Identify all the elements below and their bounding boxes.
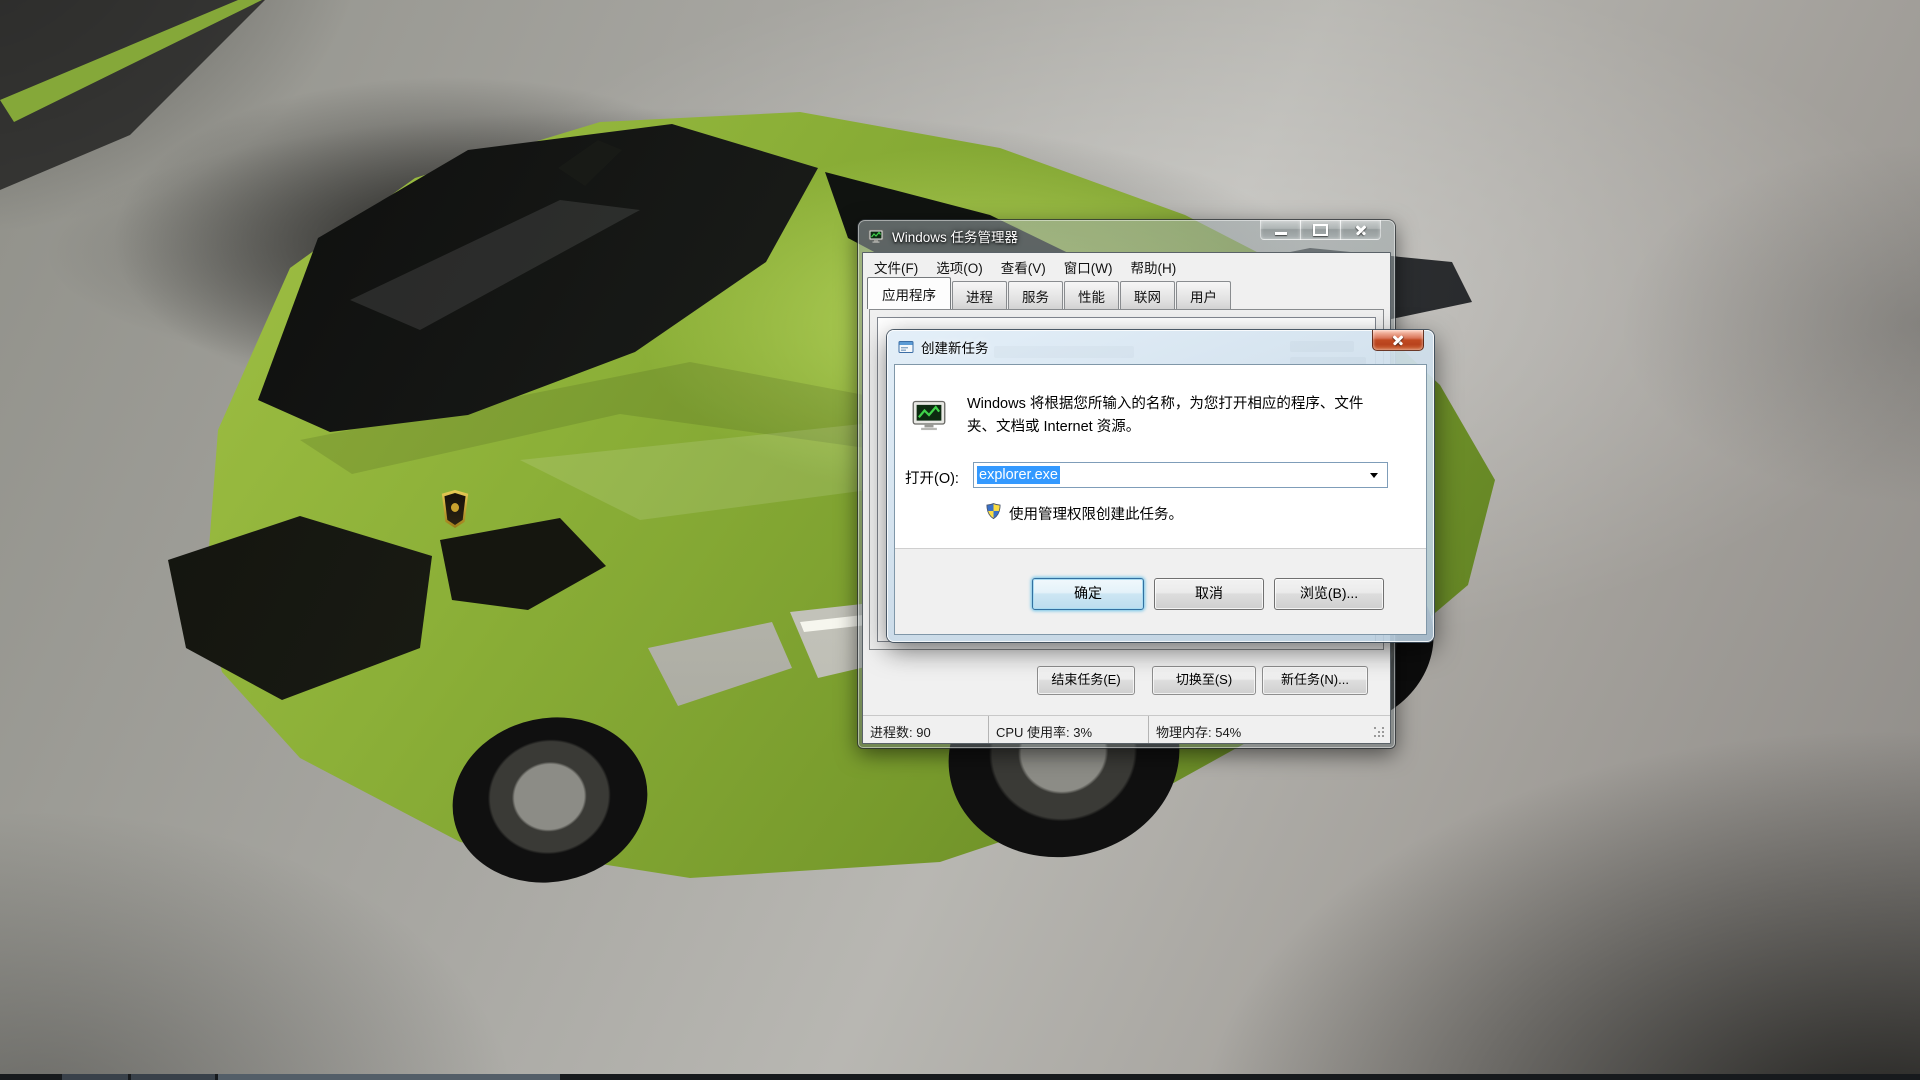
uac-shield-icon bbox=[985, 502, 1002, 520]
tab-networking[interactable]: 联网 bbox=[1120, 281, 1175, 309]
close-icon bbox=[1391, 334, 1405, 346]
tab-applications[interactable]: 应用程序 bbox=[867, 277, 951, 309]
dialog-title: 创建新任务 bbox=[921, 337, 989, 357]
maximize-icon bbox=[1313, 224, 1328, 236]
tab-services[interactable]: 服务 bbox=[1008, 281, 1063, 309]
open-combobox-value: explorer.exe bbox=[977, 466, 1060, 484]
task-manager-titlebar[interactable]: Windows 任务管理器 bbox=[858, 220, 1395, 252]
open-label: 打开(O): bbox=[905, 467, 959, 488]
status-bar: 进程数: 90 CPU 使用率: 3% 物理内存: 54% bbox=[863, 715, 1390, 743]
chevron-down-icon[interactable] bbox=[1370, 473, 1378, 478]
tab-strip: 应用程序 进程 服务 性能 联网 用户 bbox=[863, 280, 1390, 309]
ok-button[interactable]: 确定 bbox=[1032, 578, 1144, 610]
dialog-content: Windows 将根据您所输入的名称，为您打开相应的程序、文件夹、文档或 Int… bbox=[895, 365, 1426, 549]
close-icon bbox=[1354, 224, 1368, 236]
taskbar-item-hint[interactable] bbox=[131, 1074, 215, 1080]
tab-users[interactable]: 用户 bbox=[1176, 281, 1231, 309]
menu-view[interactable]: 查看(V) bbox=[992, 252, 1055, 282]
tab-performance[interactable]: 性能 bbox=[1064, 281, 1119, 309]
dialog-close-button[interactable] bbox=[1372, 330, 1424, 351]
taskbar-edge[interactable] bbox=[0, 1074, 1920, 1080]
desktop: Windows 任务管理器 文件(F) 选项(O) 查看(V) 窗口(W) 帮助… bbox=[0, 0, 1920, 1080]
status-cpu: CPU 使用率: 3% bbox=[989, 716, 1149, 743]
taskbar-item-hint[interactable] bbox=[218, 1074, 560, 1080]
close-button[interactable] bbox=[1340, 220, 1381, 240]
menu-windows[interactable]: 窗口(W) bbox=[1055, 252, 1122, 282]
browse-button[interactable]: 浏览(B)... bbox=[1274, 578, 1384, 610]
window-controls bbox=[1261, 220, 1381, 240]
dialog-client-area: Windows 将根据您所输入的名称，为您打开相应的程序、文件夹、文档或 Int… bbox=[894, 364, 1427, 635]
status-memory: 物理内存: 54% bbox=[1149, 716, 1390, 743]
cancel-button[interactable]: 取消 bbox=[1154, 578, 1264, 610]
minimize-button[interactable] bbox=[1260, 220, 1301, 240]
create-new-task-dialog: 创建新任务 Windows 将根据您所输入的名称，为您打开相应的程序、文件夹、文… bbox=[887, 330, 1434, 642]
run-dialog-icon bbox=[898, 339, 914, 355]
end-task-button[interactable]: 结束任务(E) bbox=[1037, 666, 1135, 695]
task-manager-icon bbox=[868, 228, 884, 244]
task-manager-app-icon bbox=[911, 397, 947, 433]
maximize-button[interactable] bbox=[1300, 220, 1341, 240]
tab-processes[interactable]: 进程 bbox=[952, 281, 1007, 309]
menu-bar: 文件(F) 选项(O) 查看(V) 窗口(W) 帮助(H) bbox=[863, 253, 1390, 280]
open-combobox[interactable]: explorer.exe bbox=[973, 462, 1388, 488]
admin-privileges-note: 使用管理权限创建此任务。 bbox=[1009, 503, 1183, 524]
taskbar-item-hint[interactable] bbox=[62, 1074, 128, 1080]
dialog-footer: 确定 取消 浏览(B)... bbox=[895, 549, 1426, 635]
switch-to-button[interactable]: 切换至(S) bbox=[1152, 666, 1256, 695]
dialog-titlebar[interactable]: 创建新任务 bbox=[887, 330, 1434, 364]
new-task-button[interactable]: 新任务(N)... bbox=[1262, 666, 1368, 695]
status-processes: 进程数: 90 bbox=[863, 716, 989, 743]
dialog-description: Windows 将根据您所输入的名称，为您打开相应的程序、文件夹、文档或 Int… bbox=[967, 393, 1391, 439]
window-title: Windows 任务管理器 bbox=[892, 226, 1018, 246]
resize-grip[interactable] bbox=[1374, 727, 1376, 729]
minimize-icon bbox=[1275, 232, 1287, 235]
menu-help[interactable]: 帮助(H) bbox=[1121, 252, 1185, 282]
lamborghini-badge-emblem bbox=[451, 503, 459, 512]
